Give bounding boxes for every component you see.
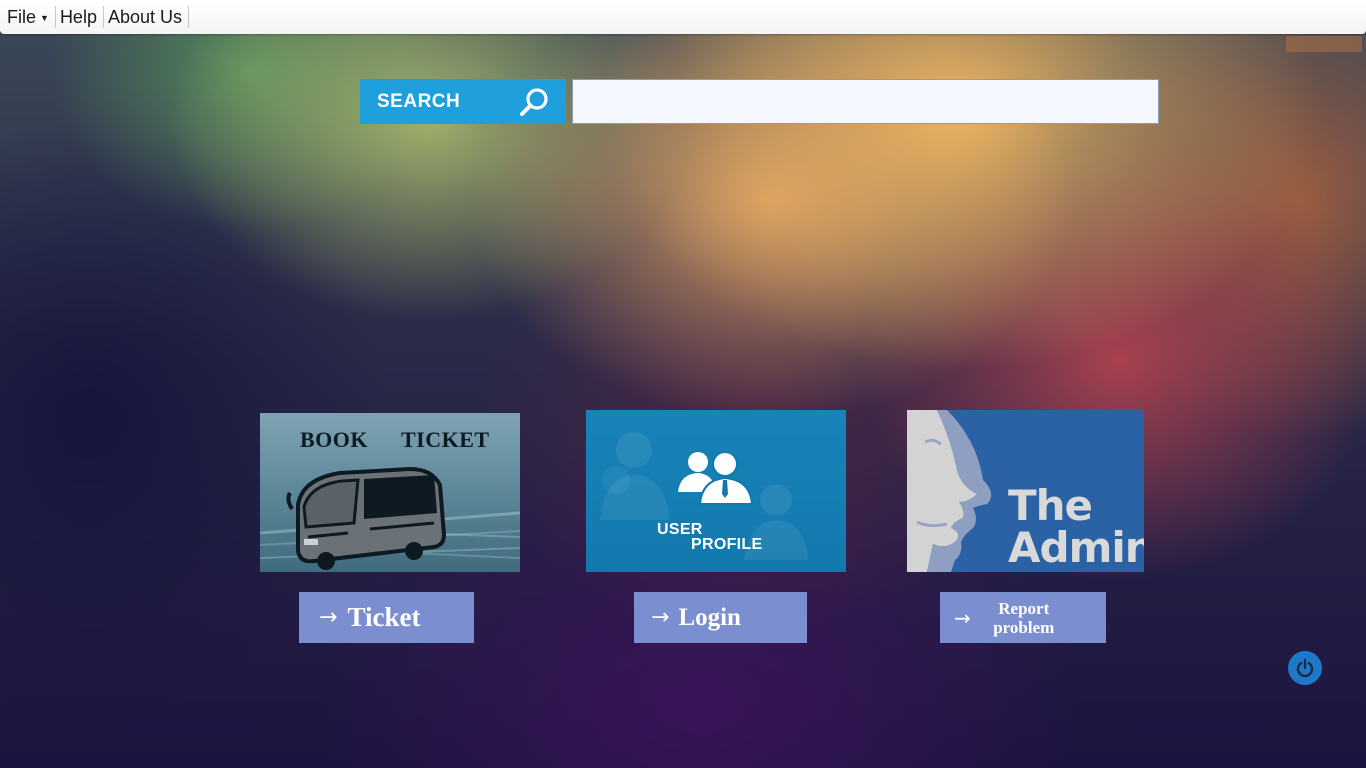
book-word: BOOK bbox=[300, 427, 369, 452]
menu-bar: File ▼ Help About Us bbox=[0, 0, 1366, 34]
power-button[interactable] bbox=[1288, 651, 1322, 685]
arrow-right-icon: → bbox=[954, 605, 971, 630]
search-input[interactable] bbox=[572, 79, 1159, 124]
corner-decoration bbox=[1286, 36, 1362, 52]
menu-file[interactable]: File ▼ bbox=[4, 6, 56, 28]
admin-title-line1: The bbox=[1008, 481, 1093, 530]
user-profile-tile[interactable]: USER PROFILE bbox=[586, 410, 846, 572]
report-problem-button[interactable]: → Report problem bbox=[940, 592, 1106, 643]
power-icon bbox=[1296, 658, 1314, 678]
report-problem-label: Report problem bbox=[993, 598, 1055, 637]
ticket-word: TICKET bbox=[401, 427, 490, 452]
caret-down-icon: ▼ bbox=[40, 13, 49, 23]
arrow-right-icon: → bbox=[319, 605, 338, 630]
login-button-label: Login bbox=[678, 603, 741, 631]
menu-file-label: File bbox=[7, 7, 37, 27]
search-button-label: SEARCH bbox=[377, 90, 461, 112]
admin-tile[interactable]: The Admin bbox=[907, 410, 1144, 572]
menu-about-label: About Us bbox=[107, 7, 183, 27]
arrow-right-icon: → bbox=[651, 605, 670, 630]
menu-help-label: Help bbox=[59, 7, 97, 27]
menu-about-us[interactable]: About Us bbox=[104, 6, 190, 28]
book-ticket-tile[interactable]: BOOK TICKET bbox=[260, 413, 520, 572]
user-title-line2: PROFILE bbox=[691, 536, 763, 553]
users-icon bbox=[678, 451, 754, 505]
search-button[interactable]: SEARCH bbox=[360, 79, 566, 124]
menu-help[interactable]: Help bbox=[56, 6, 104, 28]
ticket-button-label: Ticket bbox=[347, 602, 421, 632]
ticket-button[interactable]: → Ticket bbox=[299, 592, 474, 643]
bus-icon bbox=[286, 466, 447, 570]
login-button[interactable]: → Login bbox=[634, 592, 807, 643]
admin-title-line2: Admin bbox=[1008, 523, 1144, 572]
search-icon bbox=[520, 88, 548, 116]
